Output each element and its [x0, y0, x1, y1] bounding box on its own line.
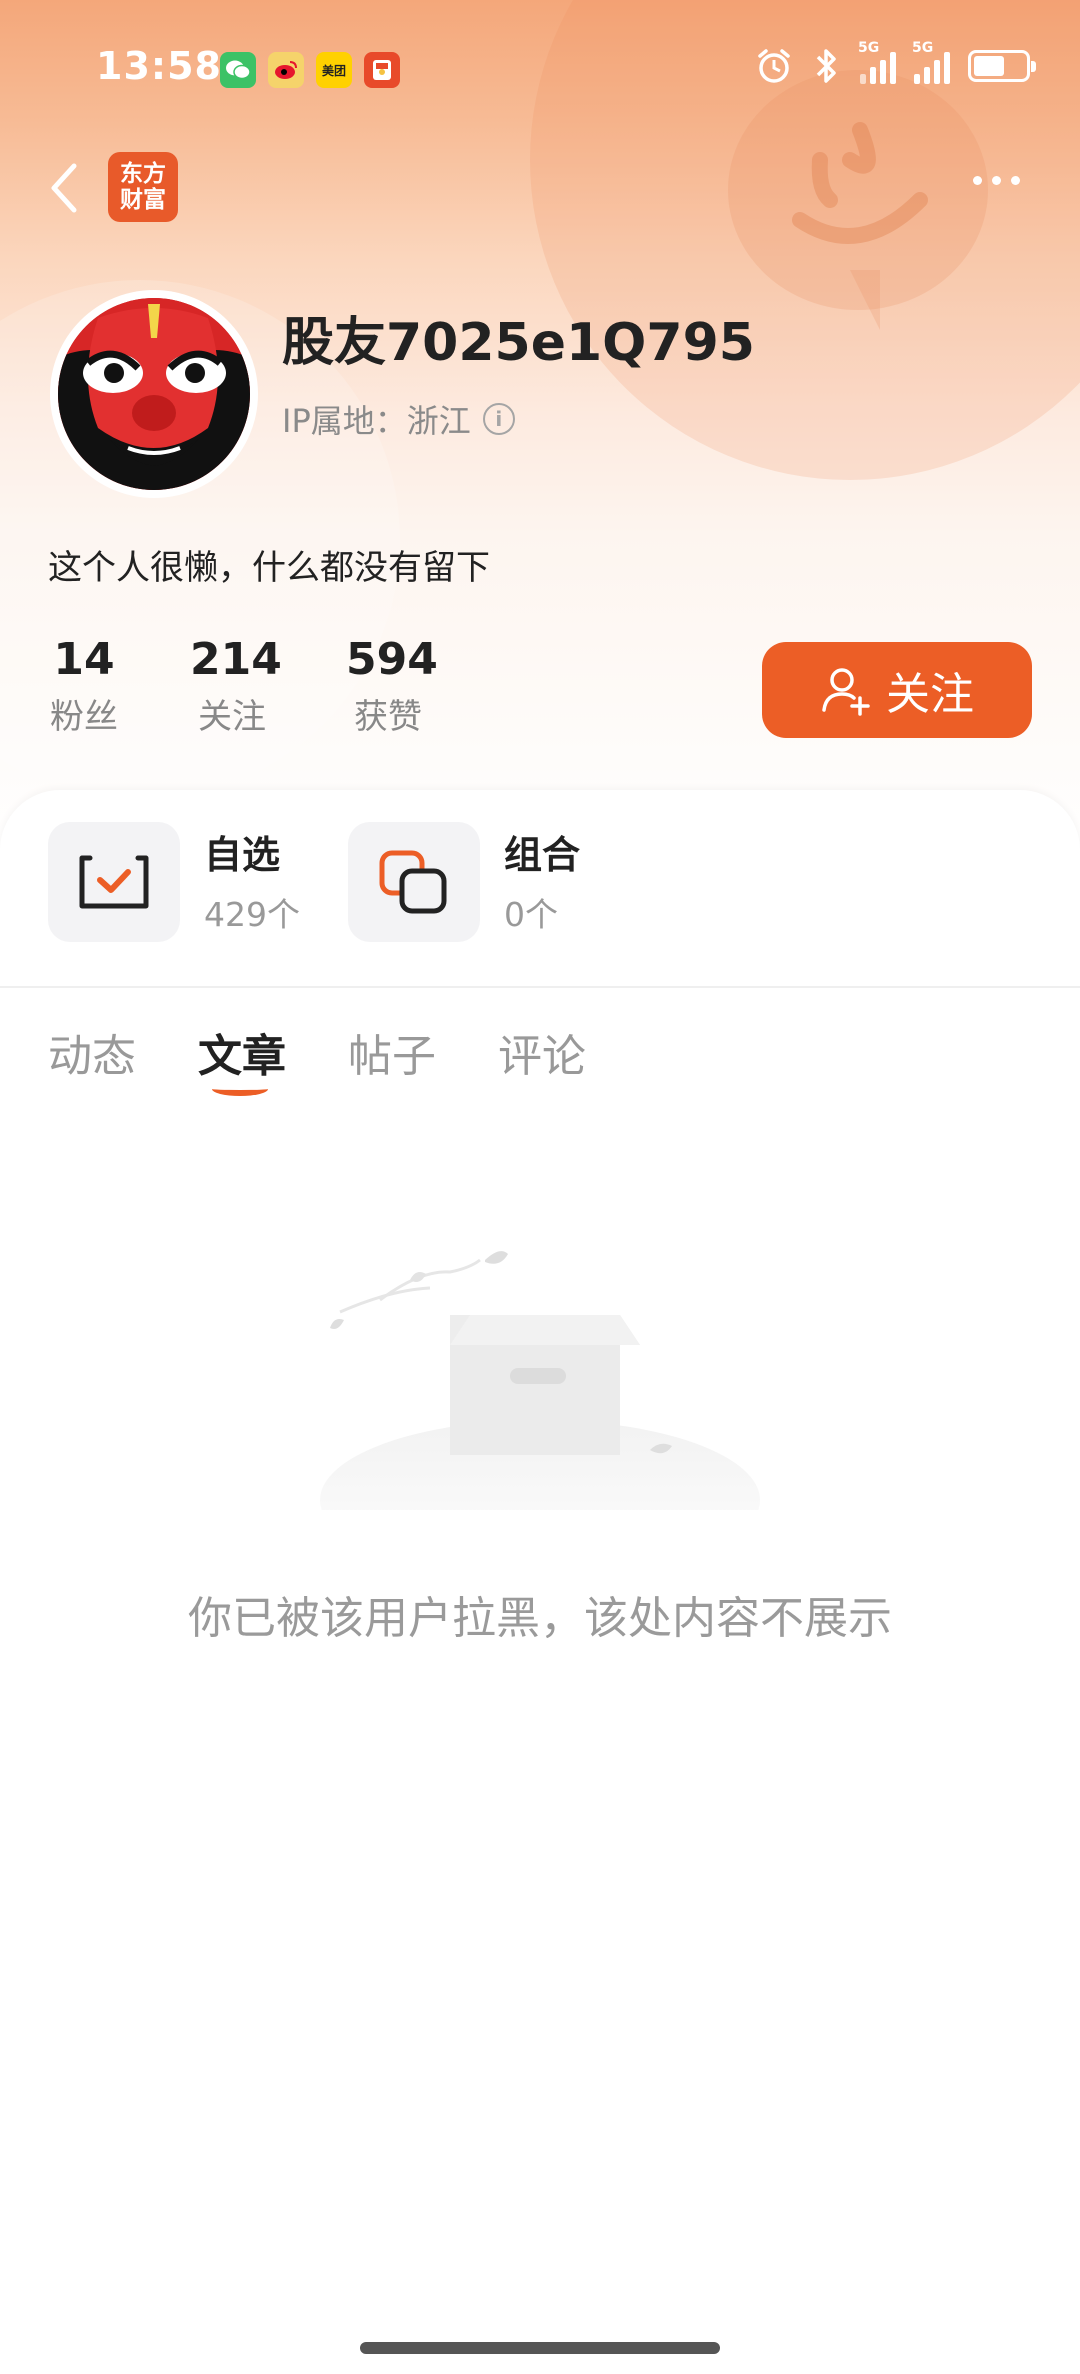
stat-label: 粉丝 [50, 697, 118, 737]
section-divider [0, 986, 1080, 988]
watchlist-button[interactable] [48, 822, 180, 942]
status-icons: 5G 5G [754, 40, 1036, 86]
stat-label: 关注 [198, 697, 266, 737]
stat-value: 14 [53, 634, 115, 685]
add-user-icon [822, 668, 870, 716]
stat-value: 594 [346, 634, 438, 685]
follow-button-label: 关注 [886, 670, 974, 719]
stat-followers[interactable]: 14 粉丝 [48, 634, 120, 738]
smiley-watermark-icon [792, 122, 928, 244]
weibo-icon [268, 52, 304, 88]
wechat-icon [220, 52, 256, 88]
tab-comments[interactable]: 评论 [498, 1020, 586, 1084]
alarm-icon [758, 49, 790, 83]
tab-posts[interactable]: 帖子 [348, 1020, 436, 1084]
app-logo: 东方 财富 [108, 152, 178, 222]
stat-value: 214 [190, 634, 282, 685]
follow-button[interactable]: 关注 [762, 642, 1032, 738]
portfolio-count: 0个 [504, 895, 558, 934]
stat-likes[interactable]: 594 获赞 [346, 634, 438, 738]
avatar[interactable] [50, 290, 258, 498]
battery-icon [968, 50, 1036, 82]
portfolio-title: 组合 [504, 833, 581, 877]
logo-text-line2: 财富 [120, 187, 166, 213]
info-icon[interactable]: i [482, 403, 515, 435]
watchlist-icon [79, 855, 149, 909]
portfolio-icon [379, 850, 447, 914]
stat-following[interactable]: 214 关注 [190, 634, 282, 738]
signal-1-icon: 5G [858, 40, 896, 84]
bio: 这个人很懒，什么都没有留下 [48, 548, 490, 588]
ip-location-text: IP属地：浙江 [282, 402, 471, 440]
empty-state-message: 你已被该用户拉黑，该处内容不展示 [188, 1593, 892, 1644]
signal-2-icon: 5G [912, 40, 950, 84]
logo-text-line1: 东方 [120, 161, 166, 187]
opera-mask-avatar-image [58, 298, 250, 490]
empty-box-illustration [320, 1251, 760, 1510]
tab-dynamics[interactable]: 动态 [48, 1020, 136, 1084]
bluetooth-icon [816, 49, 836, 83]
ip-location: IP属地：浙江 i [282, 396, 515, 442]
redpacket-icon [364, 52, 400, 88]
back-button[interactable] [44, 160, 84, 216]
home-indicator[interactable] [360, 2342, 720, 2354]
meituan-icon: 美团 [316, 52, 352, 88]
portfolio-button[interactable] [348, 822, 480, 942]
watchlist-title: 自选 [204, 833, 281, 877]
tab-articles[interactable]: 文章 [198, 1020, 286, 1084]
active-tab-indicator [212, 1082, 268, 1096]
more-options-button[interactable] [973, 176, 1020, 185]
username: 股友7025e1Q795 [282, 313, 755, 373]
watchlist-count: 429个 [204, 895, 300, 934]
stat-label: 获赞 [354, 697, 422, 737]
status-time: 13:58 [96, 44, 222, 88]
